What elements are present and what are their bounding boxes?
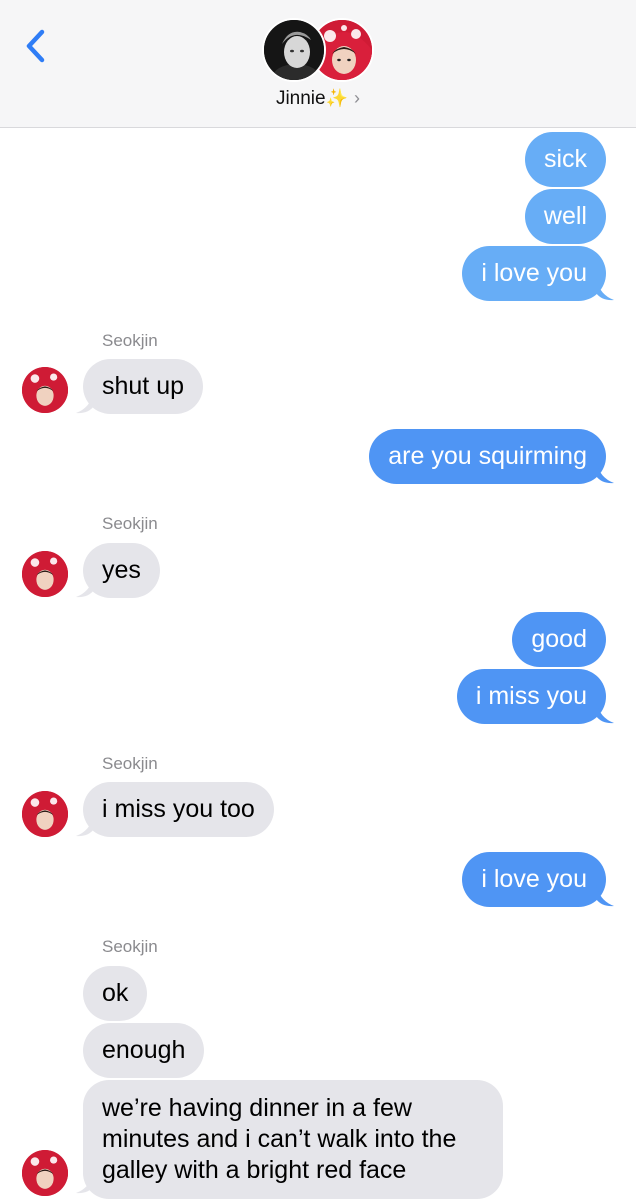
bubble-tail — [596, 885, 614, 907]
received-message[interactable]: we’re having dinner in a few minutes and… — [83, 1080, 503, 1199]
sender-avatar — [22, 791, 68, 837]
contact-avatar-1 — [262, 18, 326, 82]
message-text: i love you — [481, 259, 587, 287]
sender-label: Seokjin — [102, 331, 158, 350]
sparkle-emoji: ✨ — [325, 88, 349, 108]
message-text: i love you — [481, 865, 587, 893]
sender-label: Seokjin — [102, 754, 158, 773]
received-message[interactable]: enough — [83, 1023, 205, 1078]
back-button[interactable] — [20, 26, 52, 66]
sender-avatar — [22, 367, 68, 413]
message-text: sick — [543, 145, 587, 173]
sender-avatar — [22, 551, 68, 597]
received-message[interactable]: shut up — [83, 359, 204, 414]
bubble-tail — [76, 576, 94, 598]
chevron-left-icon — [26, 29, 45, 63]
contact-avatars[interactable] — [262, 18, 374, 82]
message-text: i miss you too — [102, 795, 255, 823]
sent-message[interactable]: sick — [524, 132, 606, 187]
message-text: ok — [102, 979, 129, 1007]
sent-message[interactable]: are you squirming — [369, 429, 606, 484]
messages-screen: Jinnie✨ › sick well i love you Seokjin sh… — [0, 0, 636, 1200]
bubble-tail — [76, 392, 94, 414]
sender-label: Seokjin — [102, 937, 158, 956]
bubble-tail — [76, 815, 94, 837]
message-text: are you squirming — [388, 442, 587, 470]
sent-message[interactable]: well — [524, 189, 606, 244]
sent-message[interactable]: i miss you — [456, 669, 606, 724]
received-message[interactable]: i miss you too — [83, 782, 274, 837]
message-text: i miss you — [475, 682, 587, 710]
bubble-tail — [596, 279, 614, 301]
sent-message[interactable]: i love you — [462, 246, 606, 301]
message-text: yes — [102, 556, 141, 584]
sent-message[interactable]: i love you — [462, 852, 606, 907]
sender-avatar — [22, 1150, 68, 1196]
message-text: we’re having dinner in a few minutes and… — [102, 1094, 457, 1184]
bubble-tail — [596, 462, 614, 484]
bubble-tail — [596, 702, 614, 724]
received-message[interactable]: yes — [83, 543, 160, 598]
message-text: good — [531, 625, 587, 653]
contact-name: Jinnie — [275, 88, 326, 109]
contact-name-row[interactable]: Jinnie✨ › — [0, 88, 636, 110]
chevron-right-icon: › — [354, 88, 361, 108]
conversation-header: Jinnie✨ › — [0, 0, 636, 128]
message-text: well — [543, 202, 587, 230]
message-text: enough — [102, 1036, 186, 1064]
sent-message[interactable]: good — [512, 612, 606, 667]
bubble-tail — [76, 1172, 94, 1194]
received-message[interactable]: ok — [83, 966, 148, 1021]
message-text: shut up — [102, 372, 185, 400]
sender-label: Seokjin — [102, 514, 158, 533]
